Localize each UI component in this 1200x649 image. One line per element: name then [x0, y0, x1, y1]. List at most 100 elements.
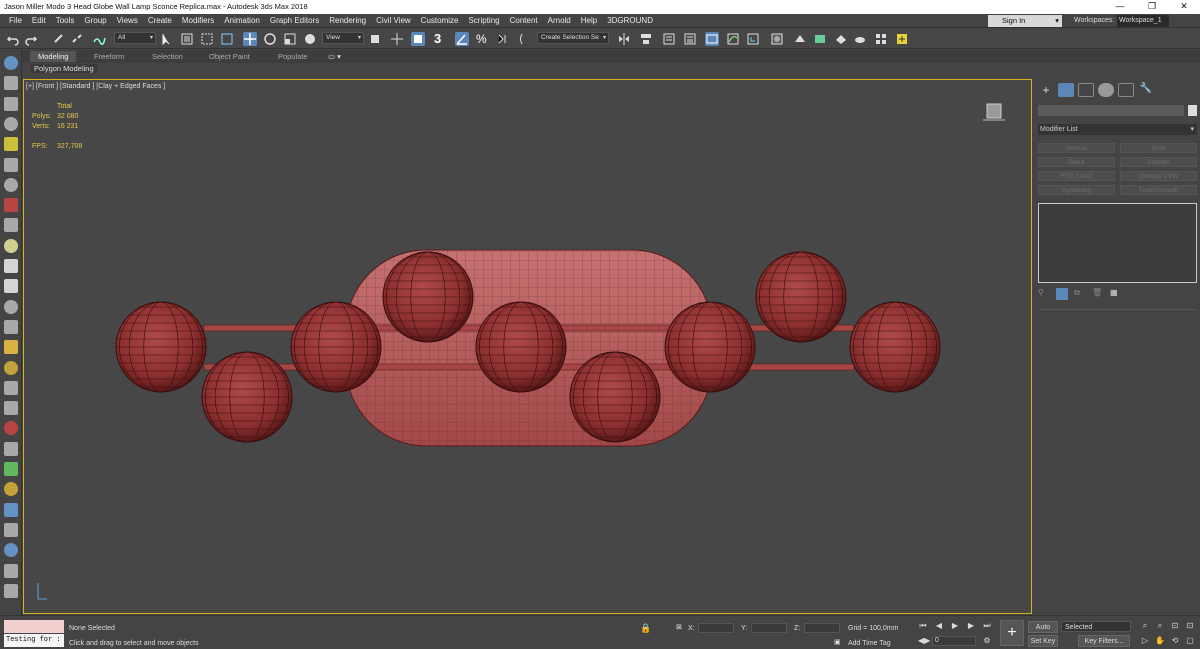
undo-icon[interactable]: [6, 32, 20, 46]
material-ball-icon[interactable]: [4, 502, 18, 517]
modifier-button-bend[interactable]: Bend: [1038, 157, 1115, 167]
key-mode-icon[interactable]: ◀▶: [918, 636, 930, 646]
modifier-button-smooth[interactable]: Smooth: [1120, 157, 1197, 167]
tab-modeling[interactable]: Modeling: [30, 51, 77, 62]
zoom-all-icon[interactable]: ⌕: [1155, 621, 1165, 631]
menu-customize[interactable]: Customize: [416, 16, 464, 25]
globe-sphere[interactable]: [290, 301, 382, 393]
polygon-modeling-label[interactable]: Polygon Modeling: [30, 64, 98, 73]
menu-file[interactable]: File: [4, 16, 27, 25]
viewport-layout-icon[interactable]: [4, 56, 18, 70]
freeze-icon[interactable]: [4, 218, 18, 233]
menu-content[interactable]: Content: [505, 16, 543, 25]
menu-animation[interactable]: Animation: [219, 16, 265, 25]
key-mode-dropdown[interactable]: Selected: [1061, 621, 1131, 632]
spinner-snap-icon[interactable]: [496, 32, 510, 46]
tab-selection[interactable]: Selection: [144, 51, 191, 62]
viewport-label[interactable]: [+] [Front ] [Standard ] [Clay + Edged F…: [26, 83, 165, 90]
align-icon[interactable]: [639, 32, 653, 46]
redo-icon[interactable]: [24, 32, 38, 46]
go-to-start-icon[interactable]: ⏮: [918, 621, 928, 631]
object-color-swatch[interactable]: [1188, 105, 1197, 116]
configure-modifier-sets-icon[interactable]: ▦: [1110, 288, 1122, 300]
modifier-button-unwrap-uvw[interactable]: Unwrap UVW: [1120, 171, 1197, 181]
isolate-selection-icon[interactable]: 🔒: [640, 623, 651, 634]
list-icon[interactable]: [4, 116, 18, 131]
modifier-button-turbosmooth[interactable]: TurboSmooth: [1120, 185, 1197, 195]
window-crossing-icon[interactable]: [220, 32, 234, 46]
menu-edit[interactable]: Edit: [27, 16, 51, 25]
select-by-name-icon[interactable]: [180, 32, 194, 46]
render-in-cloud-icon[interactable]: [853, 32, 867, 46]
close-button[interactable]: ✕: [1168, 0, 1200, 13]
y-coordinate-field[interactable]: [751, 623, 787, 633]
plant-icon[interactable]: [4, 462, 18, 476]
particle-icon[interactable]: [4, 441, 18, 456]
selection-filter-dropdown[interactable]: All: [114, 32, 156, 44]
render-setup-icon[interactable]: [793, 32, 807, 46]
select-and-rotate-icon[interactable]: [263, 32, 277, 46]
add-time-tag[interactable]: Add Time Tag: [848, 640, 891, 647]
layer-icon[interactable]: [4, 96, 18, 111]
select-manipulate-icon[interactable]: [390, 32, 404, 46]
previous-frame-icon[interactable]: ◀: [934, 621, 944, 631]
make-unique-icon[interactable]: ⧉: [1074, 288, 1086, 300]
scene-canvas[interactable]: [24, 80, 1033, 615]
globe-sphere[interactable]: [755, 251, 847, 343]
menu-graph-editors[interactable]: Graph Editors: [265, 16, 324, 25]
tab-populate[interactable]: Populate: [270, 51, 316, 62]
select-and-scale-icon[interactable]: [283, 32, 297, 46]
time-tag-icon[interactable]: ▣: [834, 638, 841, 646]
menu-rendering[interactable]: Rendering: [324, 16, 371, 25]
box-icon[interactable]: [4, 238, 18, 253]
pin-stack-icon[interactable]: ⚲: [1038, 288, 1050, 300]
hierarchy-tab-icon[interactable]: [1078, 83, 1094, 97]
minimize-button[interactable]: —: [1104, 0, 1136, 13]
zoom-icon[interactable]: ⌕: [1140, 621, 1150, 631]
toggle-ribbon-icon[interactable]: [705, 32, 719, 46]
set-key-button[interactable]: Set Key: [1028, 635, 1058, 647]
a360-gallery-icon[interactable]: [874, 32, 888, 46]
cylinder-icon[interactable]: [4, 279, 18, 294]
show-end-result-icon[interactable]: [1056, 288, 1068, 300]
z-coordinate-field[interactable]: [804, 623, 840, 633]
schematic-view-icon[interactable]: [746, 32, 760, 46]
menu-3dground[interactable]: 3DGROUND: [602, 16, 658, 25]
modifier-button-symmetry[interactable]: Symmetry: [1038, 185, 1115, 195]
rendered-frame-window-icon[interactable]: [813, 32, 827, 46]
bind-space-warp-icon[interactable]: [92, 32, 106, 46]
globe-sphere[interactable]: [115, 301, 207, 393]
ribbon-options-icon[interactable]: ▭ ▾: [320, 51, 349, 62]
play-icon[interactable]: ▶: [950, 621, 960, 631]
help-icon[interactable]: [4, 583, 18, 598]
maximize-viewport-icon[interactable]: ▢: [1185, 636, 1195, 646]
globe-sphere[interactable]: [475, 301, 567, 393]
sun-icon[interactable]: [4, 340, 18, 355]
container-icon[interactable]: [4, 157, 18, 172]
maxscript-listener-field[interactable]: [4, 620, 64, 633]
globe-sphere[interactable]: [849, 301, 941, 393]
reference-coordinate-dropdown[interactable]: View: [322, 32, 364, 44]
unlink-icon[interactable]: [70, 32, 84, 46]
display-filter-icon[interactable]: [4, 137, 18, 152]
globe-sphere[interactable]: [382, 251, 474, 343]
material-editor-icon[interactable]: [770, 32, 784, 46]
menu-tools[interactable]: Tools: [51, 16, 80, 25]
tab-object-paint[interactable]: Object Paint: [201, 51, 258, 62]
camera-icon[interactable]: [4, 319, 18, 334]
menu-arnold[interactable]: Arnold: [543, 16, 576, 25]
utilities-tab-icon[interactable]: 🔧: [1138, 83, 1154, 97]
render-production-icon[interactable]: [834, 32, 848, 46]
orbit-icon[interactable]: ⟲: [1170, 636, 1180, 646]
hierarchy-icon[interactable]: [4, 198, 18, 213]
next-frame-icon[interactable]: ▶: [966, 621, 976, 631]
link-icon[interactable]: [52, 32, 66, 46]
key-filters-button[interactable]: Key Filters...: [1078, 635, 1130, 647]
target-icon[interactable]: [4, 360, 18, 375]
sign-in-dropdown[interactable]: Sign In: [988, 15, 1062, 27]
menu-civil-view[interactable]: Civil View: [371, 16, 416, 25]
x-coordinate-field[interactable]: [698, 623, 734, 633]
pivot-center-icon[interactable]: [368, 32, 382, 46]
layer-explorer-icon[interactable]: [683, 32, 697, 46]
menu-scripting[interactable]: Scripting: [463, 16, 504, 25]
